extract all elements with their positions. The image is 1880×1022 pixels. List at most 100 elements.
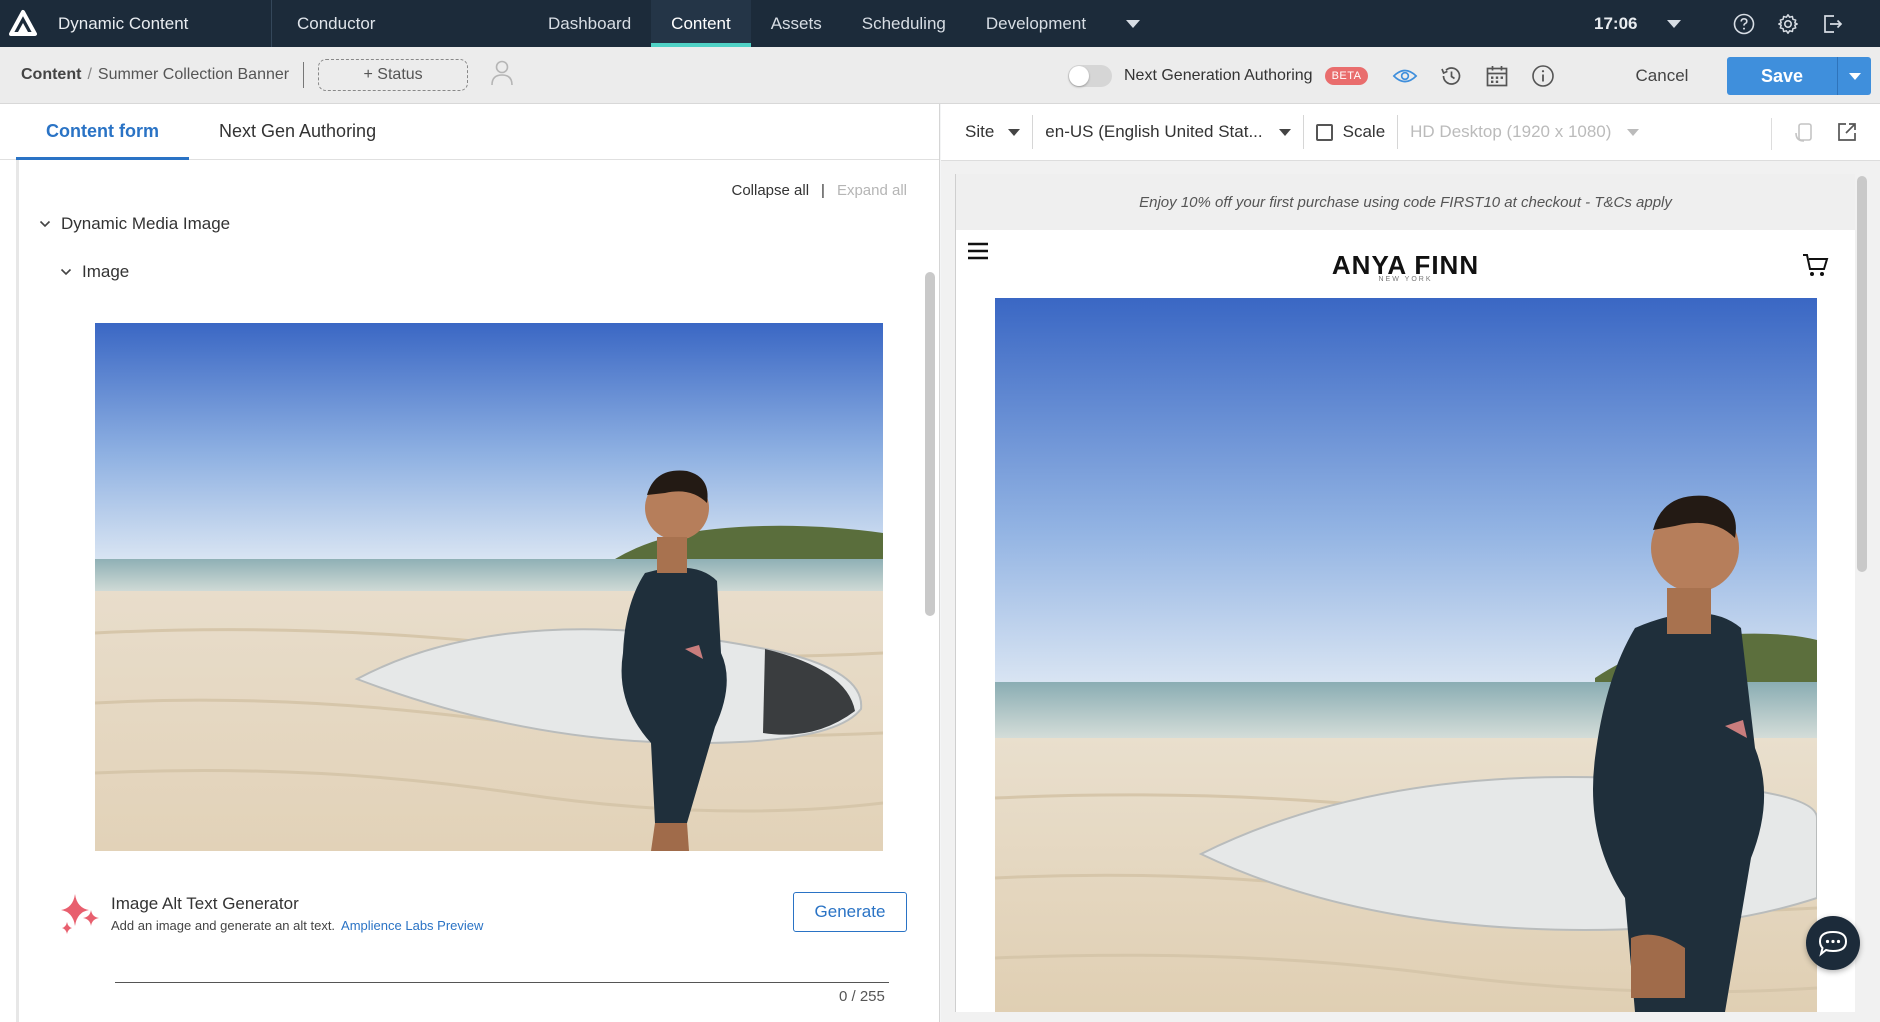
content-form-panel: Content form Next Gen Authoring Collapse… [0,104,940,1022]
alt-text-counter: 0 / 255 [839,988,885,1005]
assignee-user-icon[interactable] [490,59,514,92]
save-button[interactable]: Save [1727,57,1837,95]
amplience-logo-icon [9,9,37,36]
content-toolbar: Content / Summer Collection Banner + Sta… [0,47,1880,104]
tab-label: Development [985,13,1087,33]
alt-text-input[interactable] [115,982,889,983]
visualization-panel: Site en-US (English United Stat... Scale… [941,104,1880,1022]
divider [1397,115,1399,149]
chat-bubble-icon [1818,930,1848,957]
save-options-button[interactable] [1837,57,1871,95]
chevron-down-icon [1627,128,1640,136]
collapse-controls: Collapse all | Expand all [731,182,907,199]
calendar-icon[interactable] [1484,63,1510,89]
beta-badge: BETA [1324,66,1369,85]
site-preview: Enjoy 10% off your first purchase using … [955,174,1855,1012]
chevron-down-icon [1126,19,1141,28]
section-image[interactable]: Image [60,262,129,282]
next-gen-authoring-toggle[interactable] [1068,64,1112,87]
surfer-photo [95,323,883,851]
shop-header: ANYA FINN NEW YORK [956,230,1855,298]
alt-generator-description: Add an image and generate an alt text. [111,918,336,933]
chevron-down-icon [39,220,51,228]
product-name: Dynamic Content [58,13,189,33]
history-icon[interactable] [1438,63,1464,89]
locale-label: en-US (English United Stat... [1045,122,1263,141]
image-preview[interactable] [95,323,883,851]
labs-preview-link[interactable]: Amplience Labs Preview [341,918,483,933]
hero-image [995,298,1817,1012]
site-dropdown[interactable]: Site [965,122,1021,142]
scale-checkbox[interactable]: Scale [1315,122,1386,142]
main-tabs: Dashboard Content Assets Scheduling Deve… [528,0,1160,47]
checkbox-icon [1315,123,1333,141]
help-icon[interactable] [1732,12,1756,36]
breadcrumb: Content / Summer Collection Banner [21,66,289,84]
chevron-down-icon [1278,128,1291,136]
breadcrumb-separator: / [87,66,92,83]
save-button-group: Save [1727,57,1871,95]
shopping-cart-icon[interactable] [1801,252,1829,278]
preview-scrollbar[interactable] [1857,176,1867,572]
tab-content[interactable]: Content [651,0,751,47]
divider [1302,115,1304,149]
divider [303,62,305,88]
product-switcher[interactable]: Dynamic Content [0,0,272,47]
site-label: Site [965,122,995,141]
subsection-title: Image [82,262,130,281]
chevron-down-icon [1667,19,1682,28]
next-gen-authoring-toggle-group: Next Generation Authoring BETA [1068,47,1369,104]
cancel-button[interactable]: Cancel [1620,61,1704,91]
expand-all-button[interactable]: Expand all [837,182,907,199]
tab-development[interactable]: Development [966,0,1160,47]
collapse-separator: | [821,182,825,199]
collapse-all-button[interactable]: Collapse all [731,182,809,199]
locale-dropdown[interactable]: en-US (English United Stat... [1045,122,1291,142]
tab-label: Scheduling [861,13,946,33]
section-dynamic-media-image[interactable]: Dynamic Media Image [39,214,230,234]
gear-icon[interactable] [1776,12,1800,36]
clock-label: 17:06 [1594,13,1638,33]
preview-toolbar: Site en-US (English United Stat... Scale… [941,104,1880,161]
tab-label: Next Gen Authoring [218,120,377,141]
chevron-down-icon [60,268,72,276]
form-scrollbar[interactable] [925,272,935,616]
chat-support-button[interactable] [1806,916,1860,970]
device-dropdown[interactable]: HD Desktop (1920 x 1080) [1410,122,1640,142]
add-status-button[interactable]: + Status [318,59,469,91]
chevron-down-icon [1008,128,1021,136]
tab-dashboard[interactable]: Dashboard [528,0,651,47]
section-title: Dynamic Media Image [61,214,231,233]
preview-actions [1771,118,1858,150]
open-external-icon[interactable] [1836,121,1858,148]
divider [1771,118,1772,150]
alt-generator-subtitle: Add an image and generate an alt text. Am… [111,918,483,933]
form-tabs: Content form Next Gen Authoring [0,104,939,160]
form-body: Collapse all | Expand all Dynamic Media … [16,160,921,1022]
content-actions [1392,47,1556,104]
scale-label: Scale [1342,122,1386,141]
generate-button[interactable]: Generate [793,892,907,932]
tab-scheduling[interactable]: Scheduling [842,0,966,47]
chevron-down-icon [1848,72,1861,80]
tab-content-form[interactable]: Content form [16,103,189,160]
rotate-device-icon[interactable] [1794,121,1816,148]
app-name[interactable]: Conductor [272,14,472,34]
alt-text-generator: Image Alt Text Generator Add an image an… [59,892,907,952]
eye-icon[interactable] [1392,63,1418,89]
divider [1032,115,1034,149]
sparkle-icon [61,894,99,934]
tab-next-gen-authoring[interactable]: Next Gen Authoring [189,103,406,159]
hub-selector[interactable]: 17:06 [1594,0,1682,47]
tab-label: Assets [770,13,822,33]
logout-icon[interactable] [1820,12,1844,36]
breadcrumb-current: Summer Collection Banner [97,66,290,83]
brand-subtitle: NEW YORK [1378,276,1433,283]
breadcrumb-root[interactable]: Content [21,66,81,84]
alt-generator-title: Image Alt Text Generator [111,894,299,913]
tab-assets[interactable]: Assets [751,0,842,47]
tab-label: Content [671,13,731,33]
tab-label: Content form [46,120,159,141]
info-icon[interactable] [1530,63,1556,89]
device-label: HD Desktop (1920 x 1080) [1410,122,1612,141]
